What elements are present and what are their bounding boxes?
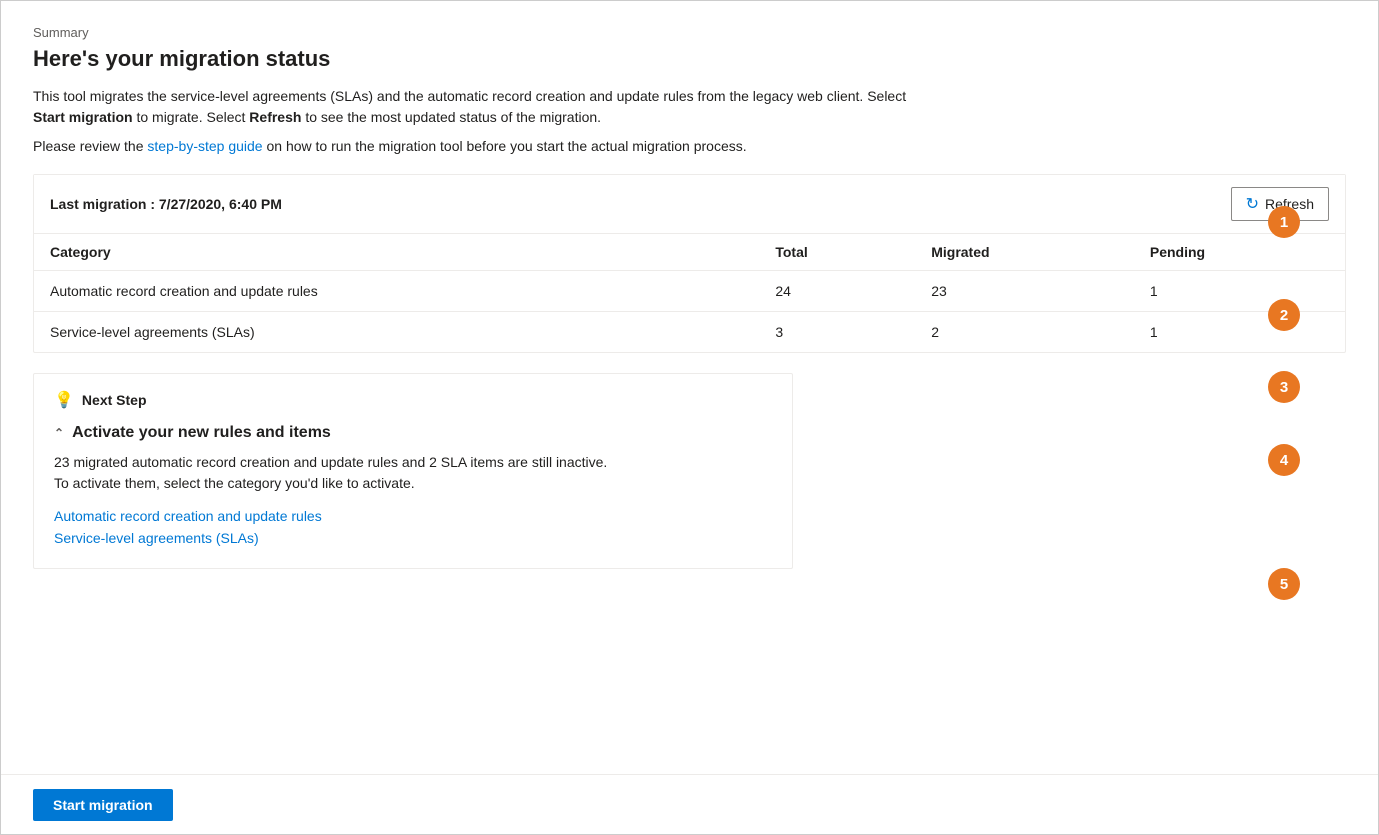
cell-migrated: 2 xyxy=(915,312,1134,353)
lightbulb-icon: 💡 xyxy=(54,390,74,410)
page-title: Here's your migration status xyxy=(33,46,1346,72)
cell-category: Service-level agreements (SLAs) xyxy=(34,312,759,353)
annotation-5: 5 xyxy=(1268,568,1300,600)
cell-category: Automatic record creation and update rul… xyxy=(34,271,759,312)
migration-table-container: Last migration : 7/27/2020, 6:40 PM ↻ Re… xyxy=(33,174,1346,353)
next-step-header: 💡 Next Step xyxy=(54,390,772,410)
table-header-row: Last migration : 7/27/2020, 6:40 PM ↻ Re… xyxy=(34,175,1345,234)
cell-migrated: 23 xyxy=(915,271,1134,312)
col-total: Total xyxy=(759,234,915,271)
table-row: Automatic record creation and update rul… xyxy=(34,271,1345,312)
annotation-4: 4 xyxy=(1268,444,1300,476)
guide-text: Please review the step-by-step guide on … xyxy=(33,138,1346,154)
table-row: Service-level agreements (SLAs)321 xyxy=(34,312,1345,353)
last-migration-text: Last migration : 7/27/2020, 6:40 PM xyxy=(50,196,1231,212)
start-migration-button[interactable]: Start migration xyxy=(33,789,173,821)
description-text: This tool migrates the service-level agr… xyxy=(33,86,933,128)
cell-total: 24 xyxy=(759,271,915,312)
annotation-2: 2 xyxy=(1268,299,1300,331)
refresh-icon: ↻ xyxy=(1246,194,1259,214)
annotation-1: 1 xyxy=(1268,206,1300,238)
summary-label: Summary xyxy=(33,25,1346,40)
next-step-label: Next Step xyxy=(82,392,147,408)
activate-section-title: ⌃ Activate your new rules and items xyxy=(54,424,772,442)
chevron-up-icon: ⌃ xyxy=(54,426,64,440)
table-header: Category Total Migrated Pending xyxy=(34,234,1345,271)
next-step-box: 💡 Next Step ⌃ Activate your new rules an… xyxy=(33,373,793,569)
annotation-3: 3 xyxy=(1268,371,1300,403)
step-by-step-guide-link[interactable]: step-by-step guide xyxy=(147,138,262,154)
activate-description: 23 migrated automatic record creation an… xyxy=(54,452,772,494)
col-pending: Pending xyxy=(1134,234,1345,271)
cell-pending: 1 xyxy=(1134,312,1345,353)
migration-table: Category Total Migrated Pending Automati… xyxy=(34,234,1345,352)
activate-title-text: Activate your new rules and items xyxy=(72,424,331,442)
arc-rules-link[interactable]: Automatic record creation and update rul… xyxy=(54,508,772,524)
footer-bar: Start migration xyxy=(1,774,1378,834)
cell-total: 3 xyxy=(759,312,915,353)
cell-pending: 1 xyxy=(1134,271,1345,312)
sla-link[interactable]: Service-level agreements (SLAs) xyxy=(54,530,772,546)
col-migrated: Migrated xyxy=(915,234,1134,271)
col-category: Category xyxy=(34,234,759,271)
